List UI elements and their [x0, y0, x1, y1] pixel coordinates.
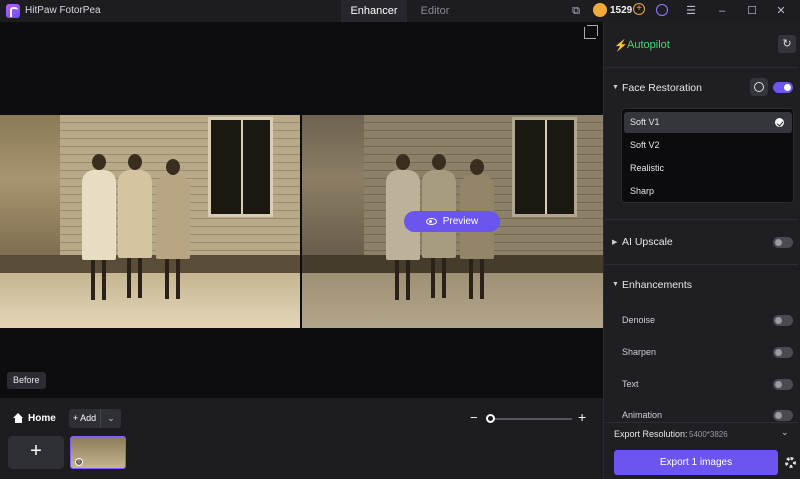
- text-toggle[interactable]: [773, 379, 793, 390]
- zoom-in-icon[interactable]: +: [578, 409, 586, 425]
- check-icon: [775, 118, 784, 127]
- face-model-list: Soft V1 Soft V2 Realistic Sharp: [621, 108, 794, 203]
- caret-down-icon[interactable]: ▼: [612, 281, 619, 288]
- denoise-toggle[interactable]: [773, 315, 793, 326]
- buy-coins-plus-icon[interactable]: +: [633, 3, 645, 15]
- divider: [605, 67, 798, 68]
- lightning-icon: ⚡: [614, 40, 628, 52]
- eye-icon: [425, 218, 437, 225]
- before-label: Before: [7, 372, 46, 389]
- coin-count: 1529: [610, 5, 633, 16]
- minimize-icon[interactable]: –: [715, 4, 729, 18]
- divider: [605, 422, 798, 423]
- add-label[interactable]: + Add: [69, 409, 101, 428]
- preview-button[interactable]: Preview: [404, 211, 500, 232]
- home-label[interactable]: Home: [28, 413, 56, 424]
- home-icon[interactable]: [13, 413, 24, 423]
- app-logo-icon: [6, 4, 20, 18]
- divider: [605, 264, 798, 265]
- crop-icon[interactable]: [584, 25, 598, 39]
- export-button[interactable]: Export 1 images: [614, 450, 778, 475]
- zoom-slider[interactable]: [491, 418, 572, 420]
- zoom-out-icon[interactable]: −: [470, 410, 478, 425]
- tab-enhancer[interactable]: Enhancer: [341, 0, 407, 22]
- export-resolution-value: 5400*3826: [689, 430, 728, 439]
- model-option-soft-v2[interactable]: Soft V2: [624, 135, 792, 156]
- denoise-label: Denoise: [622, 315, 656, 325]
- caret-right-icon[interactable]: ▶: [612, 238, 617, 246]
- add-image-tile[interactable]: +: [8, 436, 64, 469]
- before-image: [0, 115, 300, 328]
- chevron-double-down-icon[interactable]: ⌄: [781, 427, 789, 438]
- ai-upscale-toggle[interactable]: [773, 237, 793, 248]
- preview-label: Preview: [442, 216, 479, 227]
- model-option-sharp[interactable]: Sharp: [624, 181, 792, 202]
- maximize-icon[interactable]: ☐: [745, 4, 759, 18]
- animation-label: Animation: [622, 410, 663, 420]
- export-resolution-label: Export Resolution:: [614, 429, 688, 439]
- refresh-button[interactable]: ↻: [778, 35, 796, 53]
- info-icon[interactable]: !: [75, 458, 83, 466]
- account-avatar-icon[interactable]: [656, 4, 668, 16]
- zoom-slider-handle[interactable]: [486, 414, 495, 423]
- app-title: HitPaw FotorPea: [25, 5, 101, 16]
- model-option-realistic[interactable]: Realistic: [624, 158, 792, 179]
- window-mode-icon[interactable]: ⧉: [569, 4, 583, 18]
- mode-tabs: Enhancer Editor: [341, 0, 463, 22]
- autopilot-label[interactable]: Autopilot: [627, 39, 670, 51]
- sharpen-toggle[interactable]: [773, 347, 793, 358]
- text-label: Text: [622, 379, 639, 389]
- coin-icon: [593, 3, 607, 17]
- face-restoration-title[interactable]: Face Restoration: [622, 82, 702, 94]
- ai-upscale-title[interactable]: AI Upscale: [622, 236, 673, 248]
- model-option-soft-v1[interactable]: Soft V1: [624, 112, 792, 133]
- tab-editor[interactable]: Editor: [407, 0, 463, 22]
- face-restoration-toggle[interactable]: [773, 82, 793, 93]
- enhancements-title[interactable]: Enhancements: [622, 279, 692, 291]
- gear-icon[interactable]: [785, 457, 796, 468]
- caret-down-icon[interactable]: ▼: [612, 84, 619, 91]
- animation-toggle[interactable]: [773, 410, 793, 421]
- divider: [605, 219, 798, 220]
- sharpen-label: Sharpen: [622, 347, 657, 357]
- add-button[interactable]: + Add ⌄: [69, 409, 121, 428]
- menu-icon[interactable]: ☰: [684, 4, 698, 18]
- face-icon[interactable]: [750, 78, 768, 96]
- close-icon[interactable]: ✕: [774, 4, 788, 18]
- chevron-down-icon[interactable]: ⌄: [101, 413, 121, 424]
